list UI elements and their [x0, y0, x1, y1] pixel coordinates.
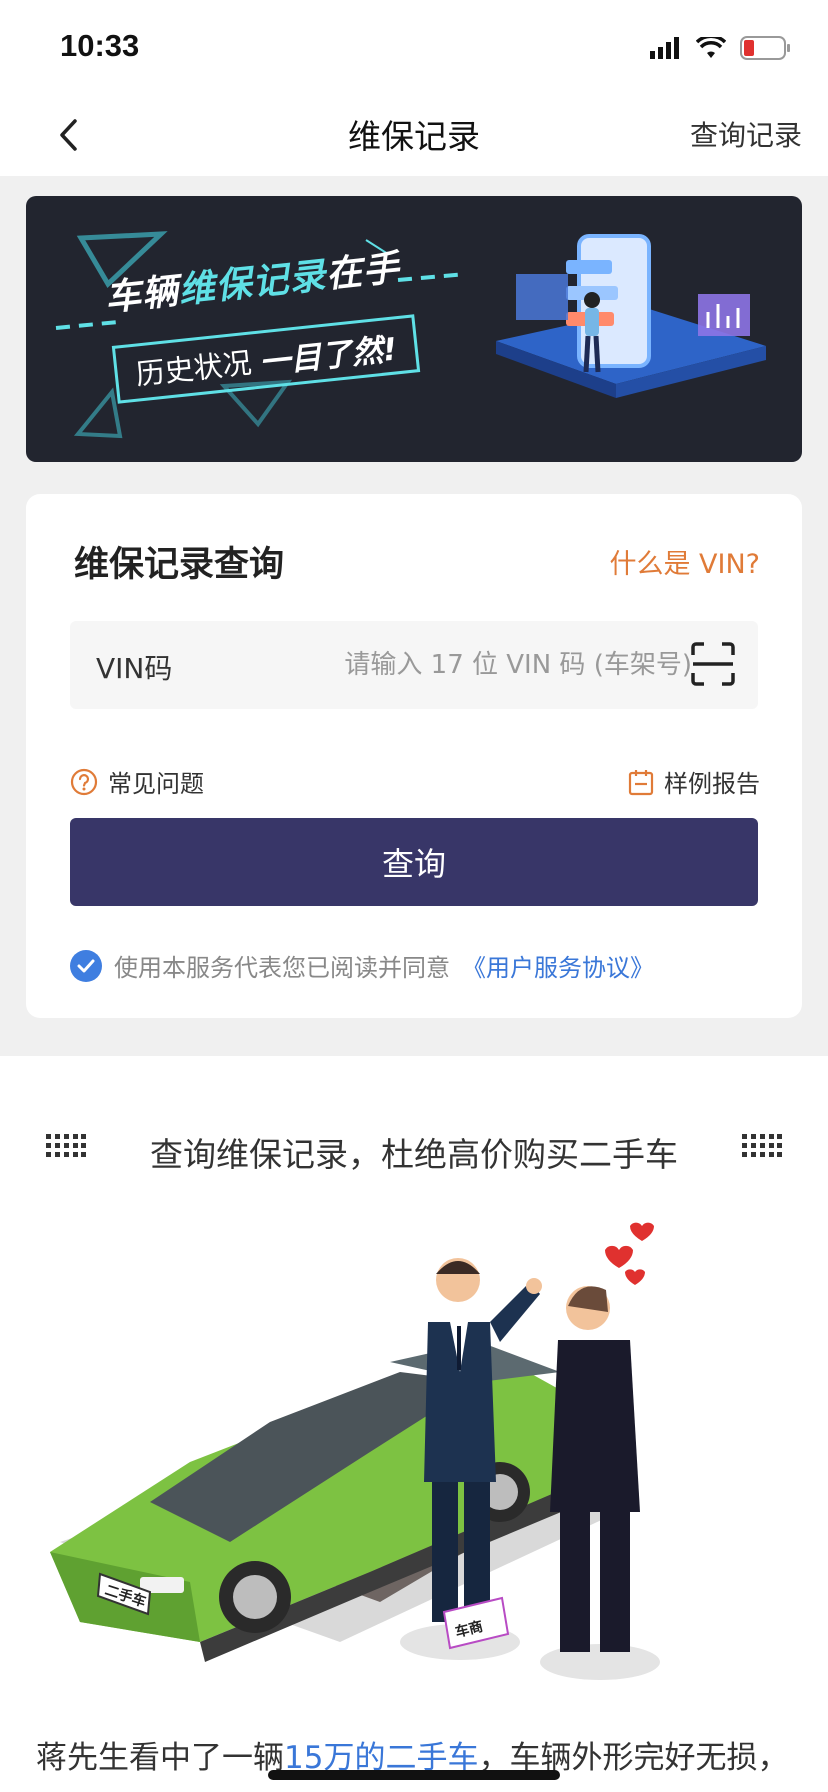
info-title: 查询维保记录，杜绝高价购买二手车	[150, 1135, 678, 1174]
query-history-link[interactable]: 查询记录	[690, 114, 802, 154]
faq-label: 常见问题	[108, 770, 204, 798]
what-is-vin-link[interactable]: 什么是 VIN?	[609, 542, 760, 581]
vin-label: VIN码	[96, 652, 173, 685]
query-button[interactable]: 查询	[70, 818, 758, 906]
home-indicator	[268, 1770, 560, 1780]
card-title: 维保记录查询	[74, 545, 285, 585]
sample-report-link[interactable]: 样例报告	[628, 764, 760, 799]
info-header: 查询维保记录，杜绝高价购买二手车	[0, 1124, 828, 1174]
faq-link[interactable]: 常见问题	[70, 764, 204, 799]
wifi-icon	[696, 37, 726, 58]
status-bar: 10:33	[0, 0, 828, 96]
battery-icon	[740, 36, 790, 60]
user-agreement-link[interactable]: 《用户服务协议》	[462, 948, 654, 983]
used-car-dealer-illustration: 二手车 车商	[50, 1222, 660, 1680]
agreement-checkbox[interactable]	[70, 949, 102, 982]
cellular-signal-icon	[650, 37, 679, 59]
dots-decoration-icon	[742, 1134, 782, 1157]
scan-icon[interactable]	[690, 641, 736, 687]
sample-report-label: 样例报告	[664, 770, 760, 798]
calendar-report-icon	[628, 769, 654, 795]
promo-banner[interactable]: 车辆维保记录在手 历史状况 一目了然!	[26, 196, 802, 462]
status-icons	[650, 36, 792, 60]
navigation-bar: 维保记录 查询记录	[0, 96, 828, 176]
check-icon	[77, 959, 95, 972]
vin-query-card: 维保记录查询 什么是 VIN? VIN码 常见问题 样例报告 查询	[26, 494, 802, 1018]
vin-input[interactable]	[320, 645, 692, 685]
info-section: 查询维保记录，杜绝高价购买二手车 二手车 车商 蒋先生看中了一辆15万的二手车，…	[0, 1056, 828, 1792]
agreement-text: 使用本服务代表您已阅读并同意	[114, 954, 450, 982]
vin-field: VIN码	[70, 621, 758, 709]
status-time: 10:33	[60, 28, 140, 63]
question-circle-icon	[70, 768, 98, 795]
agreement-row: 使用本服务代表您已阅读并同意 《用户服务协议》	[70, 948, 654, 983]
